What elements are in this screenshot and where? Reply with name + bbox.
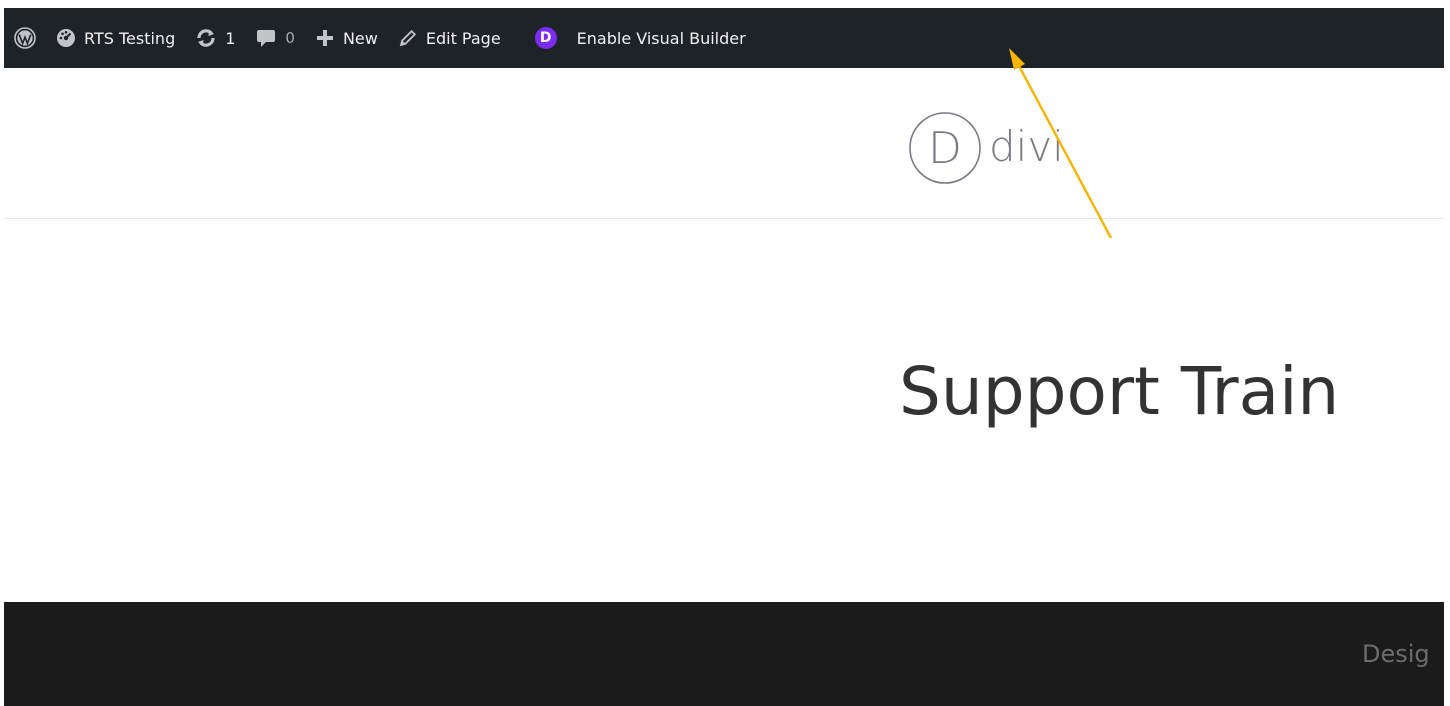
site-header: D divi [4,68,1444,219]
site-name-label: RTS Testing [84,28,176,48]
browser-viewport: RTS Testing 1 0 New Edit Page D Enable V… [4,8,1444,706]
site-logo[interactable]: D divi [907,110,1064,186]
wp-admin-bar: RTS Testing 1 0 New Edit Page D Enable V… [4,8,1444,68]
footer-credits: Desig [1362,640,1430,668]
edit-page-label: Edit Page [425,28,501,48]
updates-menu[interactable]: 1 [185,8,245,68]
comments-menu[interactable]: 0 [245,8,305,68]
wp-logo-menu[interactable] [4,8,46,68]
new-content-menu[interactable]: New [305,8,388,68]
edit-page-link[interactable]: Edit Page [388,8,511,68]
updates-count: 1 [225,28,236,48]
comments-count: 0 [285,29,295,47]
dashboard-icon [56,28,76,48]
site-footer: Desig [4,602,1444,706]
logo-text: divi [989,121,1064,171]
new-label: New [342,28,378,48]
pencil-icon [398,28,418,48]
wordpress-icon [14,27,36,49]
site-name-menu[interactable]: RTS Testing [46,8,185,68]
divi-icon: D [534,27,557,49]
page-title: Support Train [899,353,1340,430]
plus-icon [315,28,335,48]
svg-text:D: D [928,123,962,174]
updates-icon [195,27,217,49]
enable-visual-builder-label: Enable Visual Builder [576,28,746,48]
enable-visual-builder-link[interactable]: D Enable Visual Builder [525,8,756,68]
comments-icon [255,27,277,49]
divi-logo-mark: D [909,112,981,184]
